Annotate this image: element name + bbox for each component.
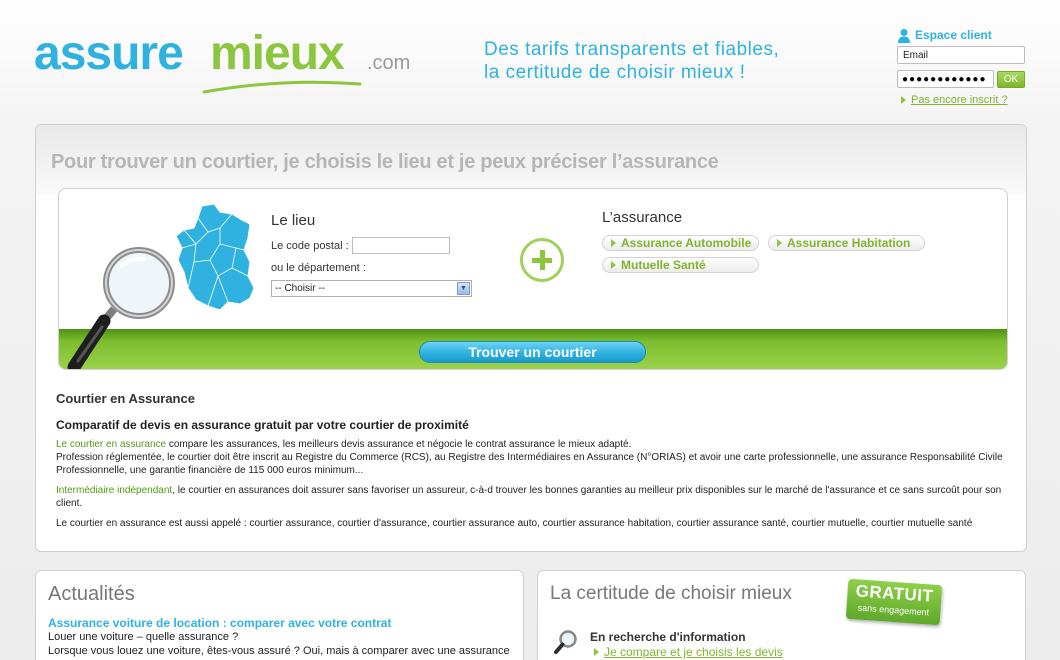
postal-code-row: Le code postal : — [271, 237, 472, 254]
logo-text-mieux: mieux — [210, 27, 345, 80]
login-ok-button[interactable]: OK — [997, 70, 1025, 88]
assurance-title: L’assurance — [602, 209, 683, 226]
postal-code-label: Le code postal : — [271, 239, 349, 252]
content-paragraph-1: Le courtier en assurance compare les ass… — [56, 438, 1016, 477]
certitude-panel: La certitude de choisir mieux GRATUIT sa… — [537, 570, 1026, 660]
courtier-link[interactable]: Le courtier en assurance — [56, 439, 166, 450]
arrow-right-icon — [611, 239, 616, 247]
france-map-icon[interactable] — [174, 202, 256, 314]
chevron-down-icon[interactable]: ▼ — [457, 282, 470, 295]
arrow-right-icon — [594, 648, 599, 656]
logo-text-assure: assure — [34, 27, 184, 80]
user-icon — [898, 28, 910, 43]
department-select-value: -- Choisir -- — [275, 283, 325, 294]
register-link-label: Pas encore inscrit ? — [911, 94, 1008, 106]
email-field[interactable] — [897, 46, 1025, 64]
tagline-line-2: la certitude de choisir mieux ! — [484, 62, 746, 83]
assurance-options: Assurance Automobile Assurance Habitatio… — [602, 235, 925, 273]
client-header: Espace client — [897, 27, 1037, 43]
news-article-line-2: Lorsque vous louez une voiture, êtes-vou… — [48, 645, 510, 657]
paragraph-text: compare les assurances, les meilleurs de… — [166, 439, 632, 450]
search-box: Le lieu Le code postal : ou le départeme… — [58, 188, 1008, 370]
option-label: Assurance Habitation — [787, 236, 911, 250]
option-label: Assurance Automobile — [621, 236, 752, 250]
client-title: Espace client — [915, 28, 992, 42]
paragraph-text: , le courtier en assurances doit assurer… — [56, 485, 1002, 509]
magnifier-icon — [67, 247, 175, 369]
department-label: ou le département : — [271, 262, 366, 274]
news-panel: Actualités Assurance voiture de location… — [35, 570, 524, 660]
certitude-link[interactable]: Je compare et je choisis les devis — [594, 645, 783, 659]
site-logo[interactable]: assure mieux .com — [34, 26, 414, 98]
password-field[interactable] — [897, 70, 994, 88]
search-panel: Pour trouver un courtier, je choisis le … — [35, 124, 1027, 552]
content-paragraph-3: Le courtier en assurance est aussi appel… — [56, 518, 973, 529]
certitude-link-label: Je compare et je choisis les devis — [604, 645, 783, 659]
seo-content: Courtier en Assurance Comparatif de devi… — [56, 391, 1016, 530]
postal-code-input[interactable] — [351, 237, 450, 254]
search-panel-title: Pour trouver un courtier, je choisis le … — [51, 151, 719, 173]
news-article-link[interactable]: Assurance voiture de location : comparer… — [48, 616, 391, 630]
arrow-right-icon — [901, 96, 906, 104]
password-row: OK — [897, 70, 1037, 88]
certitude-title: La certitude de choisir mieux — [550, 583, 792, 604]
lieu-title: Le lieu — [271, 212, 316, 229]
certitude-label: En recherche d'information — [590, 630, 746, 644]
news-article-line-1: Louer une voiture – quelle assurance ? — [48, 631, 239, 643]
option-mutuelle-sante[interactable]: Mutuelle Santé — [602, 257, 759, 273]
department-select[interactable]: -- Choisir -- ▼ — [271, 280, 472, 297]
news-title: Actualités — [48, 583, 135, 605]
content-paragraph-2: Intermédiaire indépendant, le courtier e… — [56, 484, 1016, 510]
client-login: Espace client OK Pas encore inscrit ? — [897, 27, 1037, 106]
intermediaire-link[interactable]: Intermédiaire indépendant — [56, 485, 172, 496]
register-link[interactable]: Pas encore inscrit ? — [901, 94, 1037, 106]
content-heading: Courtier en Assurance — [56, 391, 195, 406]
option-label: Mutuelle Santé — [621, 258, 706, 272]
find-broker-button[interactable]: Trouver un courtier — [419, 341, 646, 363]
logo-text-com: .com — [367, 52, 411, 74]
arrow-right-icon — [777, 239, 782, 247]
tagline-line-1: Des tarifs transparents et fiables, — [484, 39, 780, 60]
search-magnifier-icon — [554, 630, 577, 654]
gratuit-badge: GRATUIT sans engagement — [845, 578, 943, 626]
content-subheading: Comparatif de devis en assurance gratuit… — [56, 418, 469, 432]
tagline: Des tarifs transparents et fiables, la c… — [484, 38, 779, 84]
option-assurance-habitation[interactable]: Assurance Habitation — [768, 235, 925, 251]
arrow-right-icon — [611, 261, 616, 269]
lieu-section: Le lieu Le code postal : ou le départeme… — [271, 212, 472, 297]
plus-icon — [520, 238, 564, 282]
option-assurance-automobile[interactable]: Assurance Automobile — [602, 235, 759, 251]
assurance-section: L’assurance Assurance Automobile Assuran… — [602, 209, 925, 273]
paragraph-text: Profession réglementée, le courtier doit… — [56, 452, 1003, 476]
logo-swoosh-icon — [202, 80, 362, 94]
